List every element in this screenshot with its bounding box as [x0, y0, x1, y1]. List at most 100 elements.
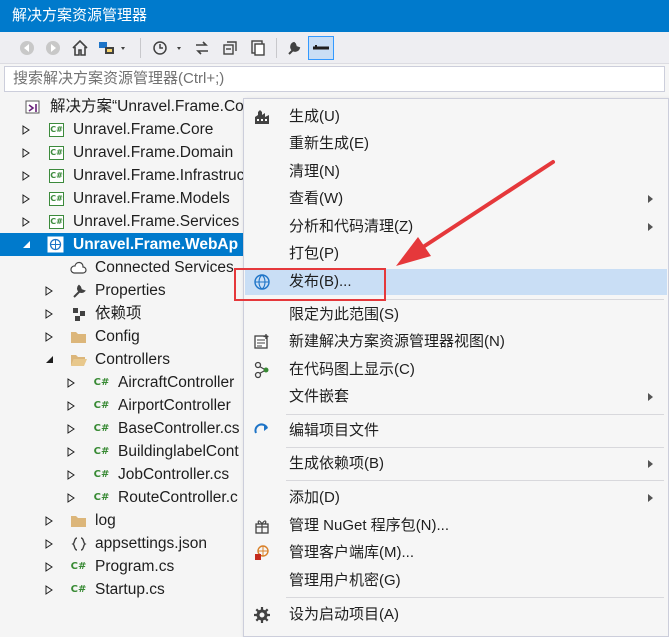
edit-project-icon [253, 422, 271, 440]
menu-item-view[interactable]: 查看(W) [245, 186, 667, 212]
expand-arrow-icon[interactable] [43, 509, 55, 532]
menu-item-build[interactable]: 生成(U) [245, 104, 667, 130]
expand-arrow-icon[interactable] [43, 555, 55, 578]
csharp-file-icon: C# [70, 584, 87, 595]
copy-icon[interactable] [246, 36, 270, 60]
folder-icon [70, 328, 87, 345]
expand-arrow-icon[interactable] [43, 325, 55, 348]
menu-item-manage-nuget[interactable]: 管理 NuGet 程序包(N)... [245, 513, 667, 539]
tree-label: Unravel.Frame.WebAp [73, 236, 239, 253]
annotation-highlight-box [234, 268, 386, 301]
tree-label: AircraftController [118, 374, 235, 391]
expand-arrow-icon[interactable] [65, 371, 77, 394]
web-project-icon [47, 236, 64, 253]
home-icon[interactable] [68, 36, 92, 60]
menu-item-pack[interactable]: 打包(P) [245, 241, 667, 267]
menu-separator [286, 597, 664, 598]
expand-arrow-icon[interactable] [65, 440, 77, 463]
tree-label: Unravel.Frame.Services [73, 213, 240, 230]
menu-item-label: 打包(P) [289, 245, 339, 262]
menu-item-label: 生成(U) [289, 108, 340, 125]
menu-item-clean[interactable]: 清理(N) [245, 159, 667, 185]
search-input[interactable]: 搜索解决方案资源管理器(Ctrl+;) [4, 66, 665, 92]
tree-label: AirportController [118, 397, 231, 414]
expand-arrow-icon[interactable] [20, 118, 32, 141]
tree-label: Unravel.Frame.Domain [73, 144, 234, 161]
submenu-arrow-icon [648, 223, 653, 231]
menu-item-rebuild[interactable]: 重新生成(E) [245, 131, 667, 157]
tree-label: Program.cs [95, 558, 175, 575]
csharp-project-icon: C# [48, 190, 65, 207]
menu-item-file-nesting[interactable]: 文件嵌套 [245, 384, 667, 410]
menu-item-label: 设为启动项目(A) [289, 606, 399, 623]
expand-arrow-icon[interactable] [20, 164, 32, 187]
menu-item-analyze[interactable]: 分析和代码清理(Z) [245, 214, 667, 240]
expand-arrow-icon[interactable] [65, 486, 77, 509]
menu-item-label: 清理(N) [289, 163, 340, 180]
menu-item-add[interactable]: 添加(D) [245, 485, 667, 511]
collapse-all-icon[interactable] [218, 36, 242, 60]
toolbar-separator [140, 38, 141, 58]
context-menu: 生成(U) 重新生成(E) 清理(N) 查看(W) 分析和代码清理(Z) 打包(… [243, 98, 669, 637]
expand-arrow-icon[interactable] [65, 463, 77, 486]
submenu-arrow-icon [648, 460, 653, 468]
collapse-arrow-icon[interactable] [20, 233, 32, 256]
menu-item-manage-client-libs[interactable]: 管理客户端库(M)... [245, 540, 667, 566]
tree-label: BuildinglabelCont [118, 443, 239, 460]
back-icon[interactable] [16, 36, 38, 60]
expand-arrow-icon[interactable] [20, 210, 32, 233]
menu-item-new-view[interactable]: 新建解决方案资源管理器视图(N) [245, 329, 667, 355]
properties-wrench-icon[interactable] [282, 36, 306, 60]
tree-label: log [95, 512, 116, 529]
switch-views-icon[interactable] [96, 36, 130, 60]
menu-item-label: 查看(W) [289, 190, 344, 207]
tree-label: Unravel.Frame.Infrastruc [73, 167, 245, 184]
tree-label: Properties [95, 282, 166, 299]
expand-arrow-icon[interactable] [43, 302, 55, 325]
tree-label: 解决方案“Unravel.Frame.Co [50, 98, 244, 115]
menu-item-build-dependencies[interactable]: 生成依赖项(B) [245, 451, 667, 477]
nuget-icon [253, 517, 271, 535]
menu-item-manage-user-secrets[interactable]: 管理用户机密(G) [245, 568, 667, 594]
menu-item-label: 分析和代码清理(Z) [289, 218, 414, 235]
csharp-file-icon: C# [93, 446, 110, 457]
menu-item-label: 文件嵌套 [289, 388, 350, 405]
menu-item-edit-project-file[interactable]: 编辑项目文件 [245, 418, 667, 444]
window-title: 解决方案资源管理器 [0, 0, 669, 32]
menu-item-label: 编辑项目文件 [289, 422, 380, 439]
menu-separator [286, 480, 664, 481]
code-map-icon [253, 361, 271, 379]
menu-item-label: 限定为此范围(S) [289, 306, 399, 323]
tree-label: Connected Services [95, 259, 234, 276]
tree-label: appsettings.json [95, 535, 208, 552]
menu-item-show-on-code-map[interactable]: 在代码图上显示(C) [245, 357, 667, 383]
expand-arrow-icon[interactable] [20, 187, 32, 210]
collapse-arrow-icon[interactable] [43, 348, 55, 371]
expand-arrow-icon[interactable] [65, 417, 77, 440]
menu-item-set-startup[interactable]: 设为启动项目(A) [245, 602, 667, 628]
menu-item-label: 管理 NuGet 程序包(N)... [289, 517, 450, 534]
csharp-file-icon: C# [93, 492, 110, 503]
menu-item-scope-to-this[interactable]: 限定为此范围(S) [245, 302, 667, 328]
expand-arrow-icon[interactable] [43, 279, 55, 302]
expand-arrow-icon[interactable] [20, 141, 32, 164]
history-icon[interactable] [150, 36, 186, 60]
preview-icon[interactable] [308, 36, 334, 60]
forward-icon[interactable] [42, 36, 64, 60]
sync-icon[interactable] [190, 36, 214, 60]
expand-arrow-icon[interactable] [43, 532, 55, 555]
expand-arrow-icon[interactable] [65, 394, 77, 417]
toolbar-separator [276, 38, 277, 58]
tree-label: Controllers [95, 351, 170, 368]
expand-arrow-icon[interactable] [43, 578, 55, 601]
folder-open-icon [70, 351, 87, 368]
client-library-icon [253, 544, 271, 562]
tree-label: RouteController.c [118, 489, 238, 506]
submenu-arrow-icon [648, 195, 653, 203]
new-view-icon [253, 333, 271, 351]
csharp-file-icon: C# [93, 400, 110, 411]
csharp-file-icon: C# [93, 423, 110, 434]
tree-label: JobController.cs [118, 466, 230, 483]
tree-label: Config [95, 328, 140, 345]
cloud-icon [70, 259, 87, 276]
